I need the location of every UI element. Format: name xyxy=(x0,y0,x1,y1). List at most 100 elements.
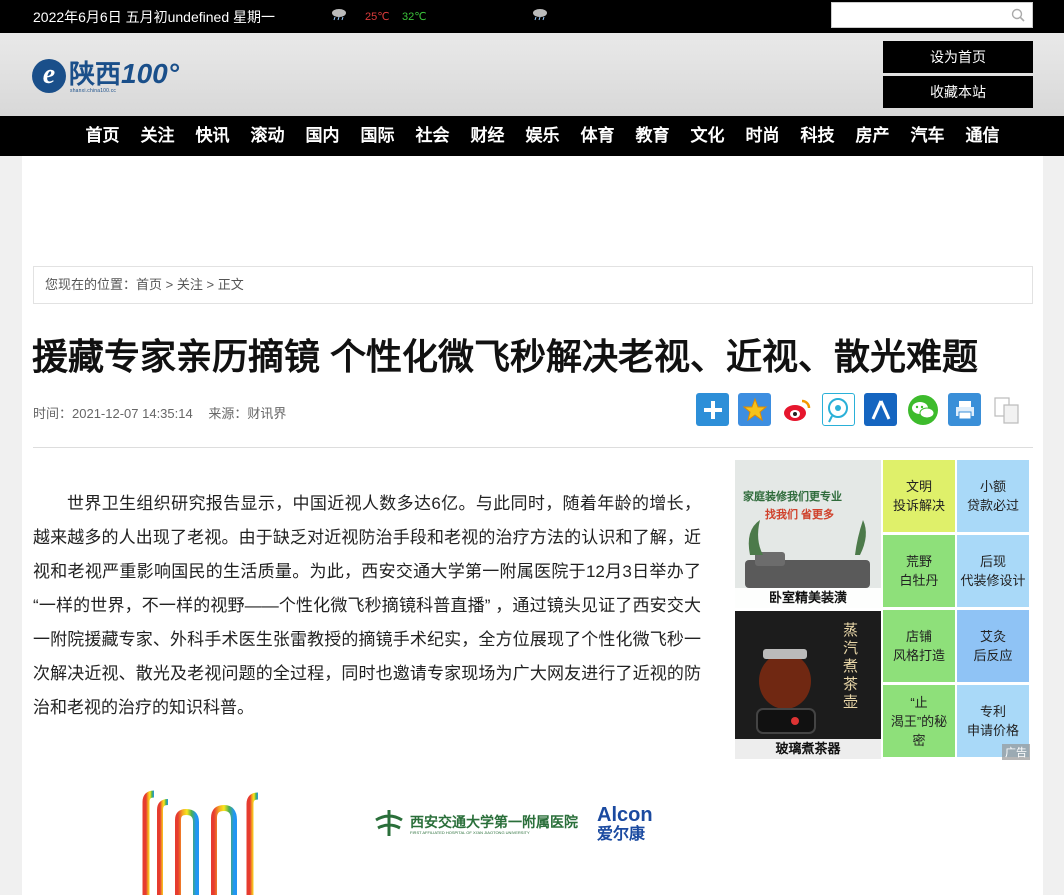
nav-item[interactable]: 汽车 xyxy=(900,116,955,156)
ad-cell-text: 小额 贷款必过 xyxy=(967,477,1019,515)
nav-item[interactable]: 关注 xyxy=(130,116,185,156)
hospital-logo: 西安交通大学第一附属医院 FIRST AFFILIATED HOSPITAL O… xyxy=(372,806,578,838)
article-meta: 时间：2021-12-07 14:35:14 来源：财讯界 xyxy=(33,403,298,422)
breadcrumb-prefix: 您现在的位置： xyxy=(45,277,137,292)
ad-cell-text: 店铺 风格打造 xyxy=(893,627,945,665)
nav-item[interactable]: 通信 xyxy=(955,116,1010,156)
ad-cell-line: 代装修设计 xyxy=(960,573,1026,588)
breadcrumb-current: 正文 xyxy=(217,277,244,292)
ad-cell-line: 密 xyxy=(912,732,926,748)
ad-text-cell[interactable]: 店铺 风格打造 xyxy=(883,610,955,682)
ad-image-text: 蒸汽煮茶壶 xyxy=(843,621,859,711)
ad-cell-line: 贷款必过 xyxy=(966,498,1019,513)
nav-item[interactable]: 教育 xyxy=(625,116,680,156)
ad-text-cell[interactable]: 小额 贷款必过 xyxy=(957,460,1029,532)
ad-text-cell[interactable]: “止渴王”的秘密 xyxy=(883,685,955,757)
alcon-name: Alcon xyxy=(597,804,653,826)
plus-icon[interactable] xyxy=(696,393,729,426)
ad-text-cell[interactable]: 后现 代装修设计 xyxy=(957,535,1029,607)
article-source: 来源：财讯界 xyxy=(208,406,287,421)
ad-cell-line: 店铺 xyxy=(905,629,932,644)
ad-cell-line: 投诉解决 xyxy=(892,498,945,513)
ad-caption: 卧室精美装潢 xyxy=(735,588,881,608)
nav-item[interactable]: 首页 xyxy=(75,116,130,156)
ad-image-tea[interactable]: 蒸汽煮茶壶 玻璃煮茶器 xyxy=(735,611,881,759)
nav-item[interactable]: 国内 xyxy=(295,116,350,156)
logo-text: 陕西 xyxy=(69,59,122,89)
nav-item[interactable]: 房产 xyxy=(845,116,900,156)
ad-cell-text: 艾灸 后反应 xyxy=(973,627,1012,665)
nav-item[interactable]: 快讯 xyxy=(185,116,240,156)
breadcrumb-separator: > xyxy=(162,277,177,292)
logo-e-icon: e xyxy=(32,59,66,93)
nav-item[interactable]: 滚动 xyxy=(240,116,295,156)
ad-cell-line: 艾灸 xyxy=(979,629,1006,644)
temp-high: 25℃ xyxy=(365,11,390,23)
renren-icon[interactable] xyxy=(864,393,897,426)
ad-cell-line: 荒野 xyxy=(905,554,932,569)
nav-item[interactable]: 国际 xyxy=(350,116,405,156)
main-nav: 首页 关注 快讯 滚动 国内 国际 社会 财经 娱乐 体育 教育 文化 时尚 科技 房产 汽车 通信 xyxy=(0,116,1064,156)
nav-item[interactable]: 体育 xyxy=(570,116,625,156)
ad-cell-line: 渴王”的秘 xyxy=(890,713,948,729)
nav-item[interactable]: 文化 xyxy=(680,116,735,156)
nav-item[interactable]: 社会 xyxy=(405,116,460,156)
divider xyxy=(33,447,1033,448)
nav-item[interactable]: 时尚 xyxy=(735,116,790,156)
set-homepage-button[interactable]: 设为首页 xyxy=(883,41,1033,73)
weather-icon xyxy=(533,9,547,21)
ad-text-cell[interactable]: 荒野 白牡丹 xyxy=(883,535,955,607)
alcon-name-cn: 爱尔康 xyxy=(597,826,646,843)
nav-item[interactable]: 财经 xyxy=(460,116,515,156)
hospital-name: 西安交通大学第一附属医院 xyxy=(410,814,578,830)
weibo-icon[interactable] xyxy=(780,393,813,426)
ad-cell-line: 申请价格 xyxy=(966,723,1019,738)
ad-cell-text: 荒野 白牡丹 xyxy=(899,552,938,590)
print-icon[interactable] xyxy=(948,393,981,426)
ad-cell-text: 后现 代装修设计 xyxy=(960,552,1025,590)
ad-image-subtext: 找我们 省更多 xyxy=(765,509,835,521)
alcon-logo: Alcon 爱尔康 xyxy=(597,805,653,845)
ad-image-decoration[interactable]: 家庭装修我们更专业 找我们 省更多 卧室精美装潢 xyxy=(735,460,881,608)
breadcrumb-section-link[interactable]: 关注 xyxy=(177,277,203,292)
temp-low: 32℃ xyxy=(402,11,427,23)
qzone-icon[interactable] xyxy=(738,393,771,426)
hospital-name-en: FIRST AFFILIATED HOSPITAL OF XI'AN JIAOT… xyxy=(410,830,530,835)
ad-text-cell[interactable]: 文明 投诉解决 xyxy=(883,460,955,532)
top-bar: 2022年6月6日 五月初undefined 星期一 25℃ 32℃ xyxy=(0,0,1064,33)
article-title: 援藏专家亲历摘镜 个性化微飞秒解决老视、近视、散光难题 xyxy=(32,336,979,377)
hospital-emblem-icon xyxy=(375,810,403,836)
ad-cell-line: 后反应 xyxy=(973,648,1013,663)
wechat-icon[interactable] xyxy=(906,393,939,426)
ad-text-cell[interactable]: 艾灸 后反应 xyxy=(957,610,1029,682)
logo-number: 100° xyxy=(121,58,179,89)
breadcrumb-home-link[interactable]: 首页 xyxy=(136,277,162,292)
search-input[interactable] xyxy=(832,3,1002,27)
logo-subtext: shanxi.china100.cc xyxy=(70,88,117,94)
ad-cell-line: 小额 xyxy=(979,479,1006,494)
article-time: 时间：2021-12-07 14:35:14 xyxy=(33,406,193,421)
copy-icon[interactable] xyxy=(990,393,1023,426)
tencent-weibo-icon[interactable] xyxy=(822,393,855,426)
breadcrumb-separator: > xyxy=(202,277,218,292)
nav-item[interactable]: 娱乐 xyxy=(515,116,570,156)
bookmark-button[interactable]: 收藏本站 xyxy=(883,76,1033,108)
breadcrumb: 您现在的位置：首页 > 关注 > 正文 xyxy=(33,266,1033,304)
fingerprint-logo xyxy=(142,790,259,895)
ad-cell-line: “止 xyxy=(910,694,928,710)
search-icon[interactable] xyxy=(1011,8,1025,22)
ad-cell-line: 文明 xyxy=(905,479,932,494)
ad-cell-line: 风格打造 xyxy=(892,648,945,663)
ad-cell-line: 专利 xyxy=(979,704,1006,719)
ad-block: 家庭装修我们更专业 找我们 省更多 卧室精美装潢 蒸汽煮茶壶 玻璃煮茶器 文明投… xyxy=(735,460,1030,760)
site-header: e 陕西 100° shanxi.china100.cc 设为首页 收藏本站 xyxy=(0,33,1064,116)
ad-image-text: 家庭装修我们更专业 xyxy=(743,491,842,503)
nav-item[interactable]: 科技 xyxy=(790,116,845,156)
ad-caption: 玻璃煮茶器 xyxy=(735,739,881,759)
share-bar xyxy=(696,393,1032,426)
ad-cell-text: 专利 申请价格 xyxy=(967,702,1019,740)
ad-tag: 广告 xyxy=(1002,744,1030,760)
site-logo[interactable]: e 陕西 100° shanxi.china100.cc xyxy=(32,59,179,95)
ad-cell-line: 后现 xyxy=(979,554,1006,569)
ad-cell-text: 文明 投诉解决 xyxy=(893,477,945,515)
